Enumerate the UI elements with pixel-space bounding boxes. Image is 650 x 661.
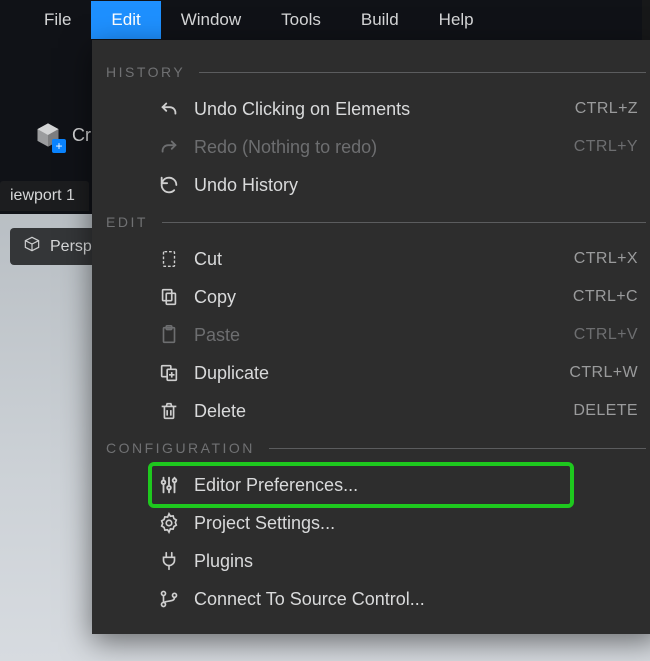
- tabstrip: iewport 1: [0, 178, 89, 214]
- create-cube-icon[interactable]: +: [34, 121, 62, 149]
- menu-redo-label: Redo (Nothing to redo): [194, 137, 574, 158]
- menu-plugins[interactable]: Plugins: [106, 542, 646, 580]
- plus-badge-icon: +: [52, 139, 66, 153]
- menu-delete[interactable]: Delete DELETE: [106, 392, 646, 430]
- menu-project-settings-label: Project Settings...: [194, 513, 638, 534]
- menu-source-control[interactable]: Connect To Source Control...: [106, 580, 646, 618]
- app-root: File Edit Window Tools Build Help + Cr t…: [0, 0, 650, 661]
- menu-copy-shortcut: CTRL+C: [573, 288, 638, 306]
- branch-icon: [152, 588, 186, 610]
- menu-paste-label: Paste: [194, 325, 574, 346]
- perspective-label: Persp: [50, 238, 92, 256]
- menu-paste: Paste CTRL+V: [106, 316, 646, 354]
- menu-edit[interactable]: Edit: [91, 1, 160, 39]
- create-label: Cr: [72, 125, 91, 146]
- menu-build[interactable]: Build: [341, 1, 419, 39]
- menu-undo-shortcut: CTRL+Z: [575, 100, 638, 118]
- menu-cut[interactable]: Cut CTRL+X: [106, 240, 646, 278]
- menu-copy[interactable]: Copy CTRL+C: [106, 278, 646, 316]
- section-history: HISTORY: [106, 64, 646, 80]
- menu-paste-shortcut: CTRL+V: [574, 326, 638, 344]
- menubar: File Edit Window Tools Build Help: [0, 0, 650, 40]
- viewport-tab[interactable]: iewport 1: [0, 181, 89, 211]
- menu-editor-preferences[interactable]: Editor Preferences...: [106, 466, 646, 504]
- perspective-chip[interactable]: Persp: [10, 228, 104, 265]
- history-icon: [152, 174, 186, 196]
- sliders-icon: [152, 474, 186, 496]
- undo-icon: [152, 98, 186, 120]
- section-config: CONFIGURATION: [106, 440, 646, 456]
- copy-icon: [152, 286, 186, 308]
- section-edit-title: EDIT: [106, 214, 148, 230]
- trash-icon: [152, 400, 186, 422]
- edit-dropdown: HISTORY Undo Clicking on Elements CTRL+Z…: [92, 40, 650, 634]
- menu-delete-label: Delete: [194, 401, 573, 422]
- menu-undo-label: Undo Clicking on Elements: [194, 99, 575, 120]
- menu-window[interactable]: Window: [161, 1, 261, 39]
- redo-icon: [152, 136, 186, 158]
- paste-icon: [152, 324, 186, 346]
- plug-icon: [152, 550, 186, 572]
- section-config-title: CONFIGURATION: [106, 440, 255, 456]
- menu-plugins-label: Plugins: [194, 551, 638, 572]
- menu-redo: Redo (Nothing to redo) CTRL+Y: [106, 128, 646, 166]
- menu-delete-shortcut: DELETE: [573, 402, 638, 420]
- menu-undo-history-label: Undo History: [194, 175, 638, 196]
- duplicate-icon: [152, 362, 186, 384]
- menu-undo[interactable]: Undo Clicking on Elements CTRL+Z: [106, 90, 646, 128]
- menu-editor-preferences-label: Editor Preferences...: [194, 475, 638, 496]
- menu-project-settings[interactable]: Project Settings...: [106, 504, 646, 542]
- menu-source-control-label: Connect To Source Control...: [194, 589, 638, 610]
- menu-undo-history[interactable]: Undo History: [106, 166, 646, 204]
- menu-duplicate[interactable]: Duplicate CTRL+W: [106, 354, 646, 392]
- cube-wire-icon: [22, 234, 42, 259]
- menu-redo-shortcut: CTRL+Y: [574, 138, 638, 156]
- cut-icon: [152, 248, 186, 270]
- menu-file[interactable]: File: [24, 1, 91, 39]
- menu-cut-label: Cut: [194, 249, 574, 270]
- menu-duplicate-label: Duplicate: [194, 363, 569, 384]
- section-edit: EDIT: [106, 214, 646, 230]
- menu-cut-shortcut: CTRL+X: [574, 250, 638, 268]
- menu-copy-label: Copy: [194, 287, 573, 308]
- menu-duplicate-shortcut: CTRL+W: [569, 364, 638, 382]
- toolbar: + Cr: [0, 110, 91, 160]
- menu-help[interactable]: Help: [419, 1, 494, 39]
- section-history-title: HISTORY: [106, 64, 185, 80]
- gear-icon: [152, 512, 186, 534]
- menu-tools[interactable]: Tools: [261, 1, 341, 39]
